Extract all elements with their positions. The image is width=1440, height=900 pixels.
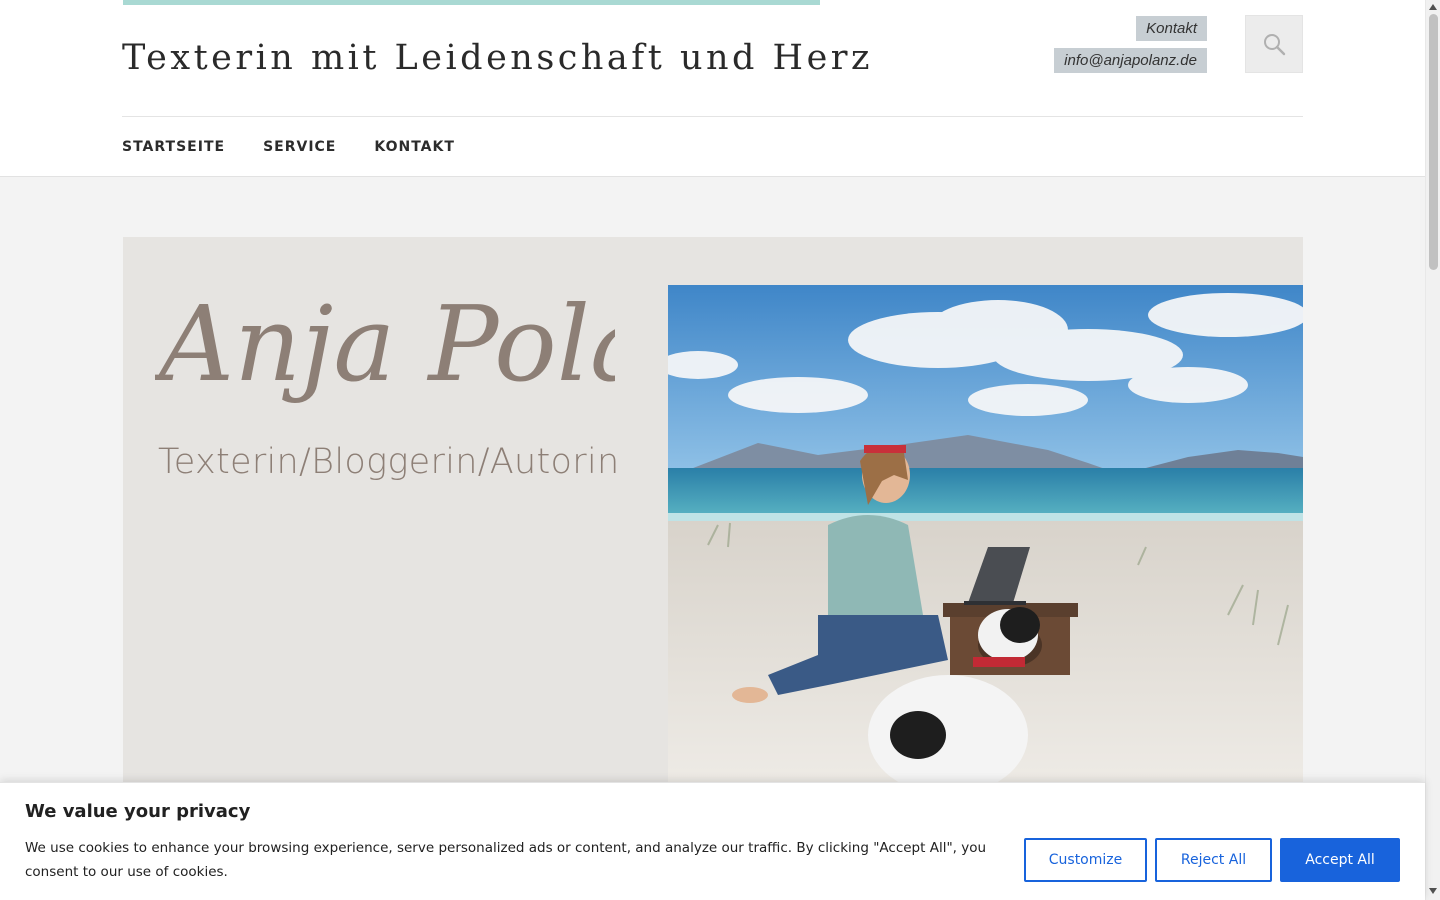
nav-item-kontakt[interactable]: KONTAKT [374, 137, 455, 157]
accept-all-button[interactable]: Accept All [1280, 838, 1400, 882]
hero-banner: Anja Polanz Texterin/Bloggerin/Autorin [123, 237, 1303, 797]
nav-item-service[interactable]: SERVICE [263, 137, 336, 157]
site-title[interactable]: Texterin mit Leidenschaft und Herz [122, 38, 873, 78]
scroll-down-arrow-icon[interactable] [1429, 888, 1437, 894]
hero-subtitle: Texterin/Bloggerin/Autorin [158, 442, 620, 482]
search-icon [1264, 34, 1286, 56]
cookie-title: We value your privacy [25, 801, 251, 822]
scroll-up-arrow-icon[interactable] [1429, 4, 1437, 10]
cookie-consent-banner: We value your privacy We use cookies to … [0, 782, 1425, 900]
search-button[interactable] [1245, 15, 1303, 73]
scroll-thumb[interactable] [1429, 14, 1438, 270]
customize-button[interactable]: Customize [1024, 838, 1147, 882]
site-header: Texterin mit Leidenschaft und Herz Konta… [0, 0, 1425, 177]
hero-name-text: Anja Polanz [155, 283, 615, 405]
email-link[interactable]: info@anjapolanz.de [1054, 48, 1207, 73]
hero-name-logo: Anja Polanz [155, 283, 615, 405]
hero-photo [668, 285, 1303, 797]
page-scrollbar[interactable] [1425, 0, 1440, 900]
reject-all-button[interactable]: Reject All [1155, 838, 1272, 882]
accent-bar [123, 0, 820, 5]
cookie-description: We use cookies to enhance your browsing … [25, 840, 987, 880]
nav-divider [122, 116, 1303, 117]
main-navigation: STARTSEITE SERVICE KONTAKT [122, 137, 455, 157]
nav-item-startseite[interactable]: STARTSEITE [122, 137, 225, 157]
contact-link[interactable]: Kontakt [1136, 16, 1207, 41]
